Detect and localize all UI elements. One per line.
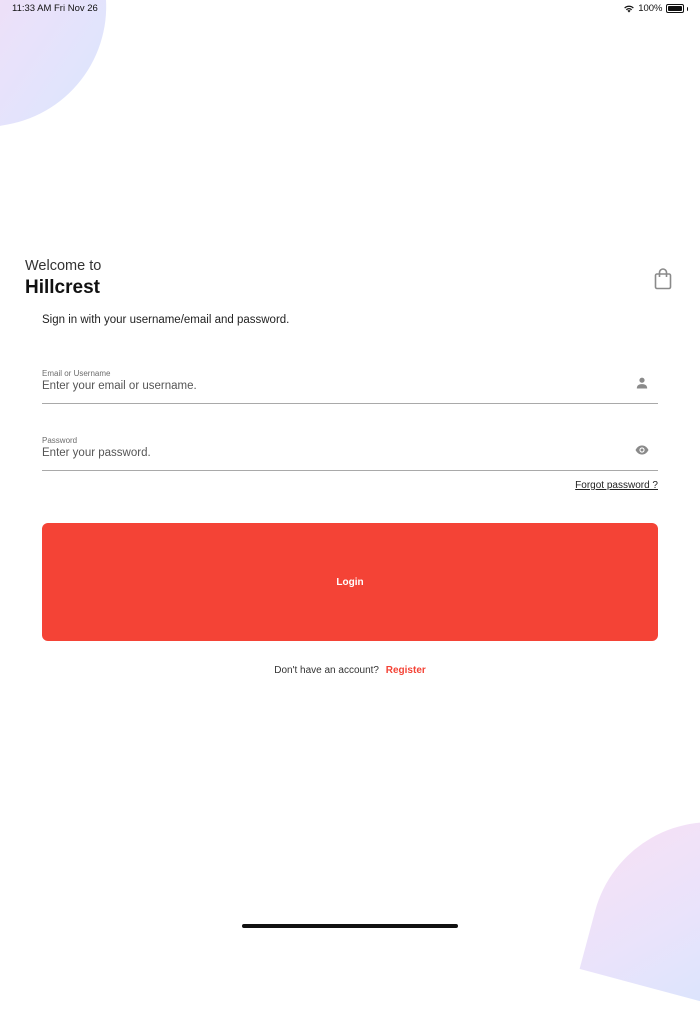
battery-percent: 100% — [638, 3, 663, 14]
register-link[interactable]: Register — [386, 665, 426, 676]
email-field-label: Email or Username — [42, 369, 111, 378]
eye-icon[interactable] — [635, 443, 649, 457]
home-indicator[interactable] — [242, 924, 458, 928]
email-field[interactable]: Email or Username — [42, 367, 658, 404]
status-time: 11:33 AM — [12, 3, 52, 14]
brand-name: Hillcrest — [25, 277, 100, 298]
welcome-text: Welcome to — [25, 258, 102, 274]
password-field-label: Password — [42, 436, 78, 445]
status-bar: 11:33 AM Fri Nov 26 100% — [0, 0, 700, 18]
register-prompt: Don't have an account? — [274, 665, 379, 676]
wifi-icon — [624, 5, 634, 13]
email-input[interactable] — [42, 380, 602, 392]
sign-in-instructions: Sign in with your username/email and pas… — [42, 314, 290, 326]
decorative-blob-bottom — [579, 795, 700, 1013]
decorative-blob-top — [0, 0, 126, 134]
forgot-password-link[interactable]: Forgot password ? — [575, 480, 658, 491]
status-indicators: 100% — [623, 3, 688, 14]
password-field[interactable]: Password — [42, 434, 658, 471]
person-icon — [636, 377, 648, 389]
status-date: Fri Nov 26 — [54, 3, 98, 14]
register-prompt-row: Don't have an account? Register — [0, 665, 700, 676]
password-input[interactable] — [42, 447, 602, 459]
shopping-bag-icon[interactable] — [654, 268, 672, 290]
battery-icon — [665, 4, 684, 13]
login-button[interactable]: Login — [42, 523, 658, 641]
battery-tip — [686, 6, 688, 11]
